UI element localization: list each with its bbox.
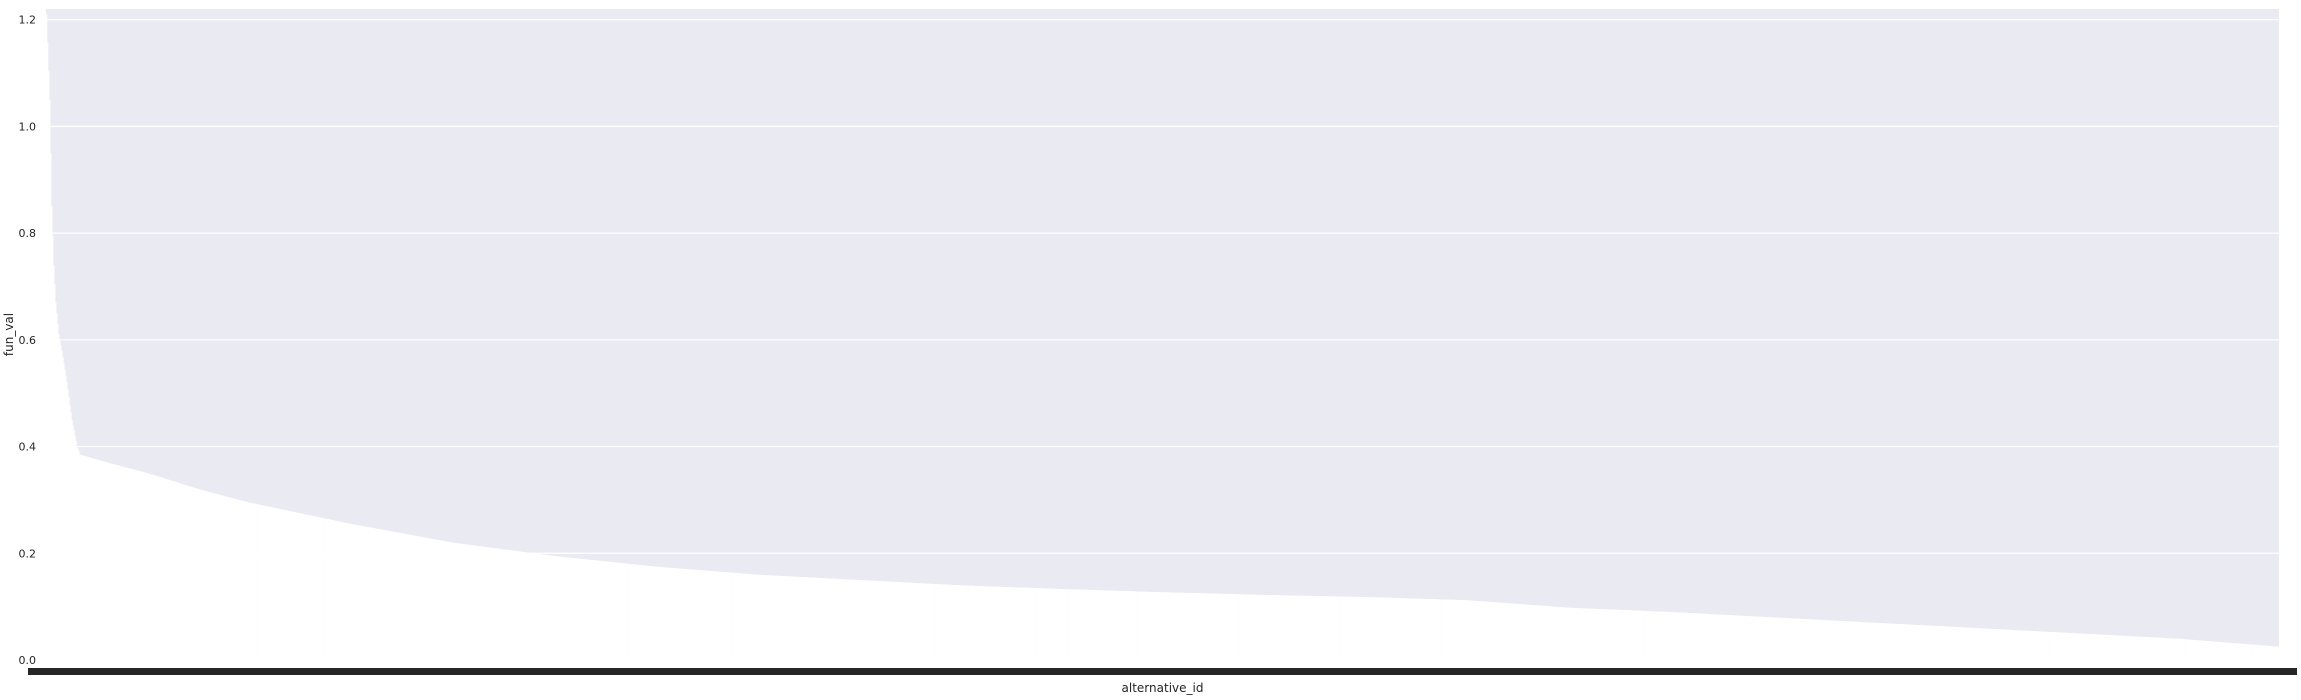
bar-chart: 0.0 0.2 0.4 0.6 0.8 1.0 1.2 alternative_id fun… [2, 9, 2297, 695]
y-axis-label: fun_val [2, 313, 16, 356]
x-tick-labels-band [28, 668, 2297, 675]
y-tick-label: 0.4 [19, 441, 37, 454]
y-tick-label: 1.0 [19, 120, 37, 133]
y-tick-label: 0.2 [19, 547, 37, 560]
y-tick-label: 0.6 [19, 334, 37, 347]
x-ticks [28, 668, 2297, 675]
y-tick-label: 1.2 [19, 14, 37, 27]
x-axis-label: alternative_id [1122, 681, 1204, 695]
y-ticks: 0.0 0.2 0.4 0.6 0.8 1.0 1.2 [19, 14, 37, 667]
bar [2277, 646, 2280, 660]
y-tick-label: 0.8 [19, 227, 37, 240]
y-tick-label: 0.0 [19, 654, 37, 667]
